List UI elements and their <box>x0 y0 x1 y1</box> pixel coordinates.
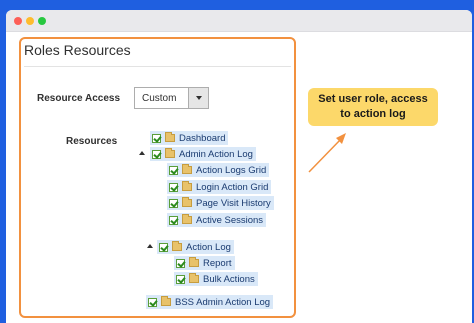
panel-title: Roles Resources <box>24 42 131 58</box>
folder-icon <box>189 257 199 267</box>
folder-icon <box>189 273 199 283</box>
tree-node-login-action-grid[interactable]: Login Action Grid <box>167 180 272 194</box>
tree-node-label: Page Visit History <box>196 197 271 209</box>
folder-icon <box>182 164 192 174</box>
tree-node-report[interactable]: Report <box>174 256 235 270</box>
folder-icon <box>182 181 192 191</box>
callout-line-2: to action log <box>340 108 406 120</box>
checkbox-checked-icon[interactable] <box>159 242 168 252</box>
tree-node-action-logs-grid[interactable]: Action Logs Grid <box>167 163 270 177</box>
checkbox-checked-icon[interactable] <box>176 258 185 268</box>
minimize-window-button[interactable] <box>26 17 34 25</box>
arrow-icon <box>308 133 346 173</box>
tree-node-label: Dashboard <box>179 132 226 144</box>
checkbox-checked-icon[interactable] <box>148 297 157 307</box>
dropdown-button[interactable] <box>188 88 208 108</box>
checkbox-checked-icon[interactable] <box>169 182 178 192</box>
title-divider <box>24 66 291 67</box>
checkbox-checked-icon[interactable] <box>152 133 161 143</box>
checkbox-checked-icon[interactable] <box>169 165 178 175</box>
resources-label: Resources <box>66 136 118 147</box>
collapse-toggle-icon[interactable] <box>147 244 153 248</box>
browser-window: Roles Resources Resource Access Custom R… <box>6 10 472 323</box>
window-titlebar <box>6 10 472 32</box>
callout-line-1: Set user role, access <box>318 93 428 105</box>
tree-node-label: Action Log <box>186 241 231 253</box>
resource-access-label: Resource Access <box>37 93 121 104</box>
close-window-button[interactable] <box>14 17 22 25</box>
resource-access-value: Custom <box>142 93 177 104</box>
arrow-shaft <box>308 137 343 173</box>
checkbox-checked-icon[interactable] <box>169 198 178 208</box>
roles-resources-panel: Roles Resources Resource Access Custom R… <box>19 37 296 318</box>
tree-node-action-log[interactable]: Action Log <box>157 240 234 254</box>
tree-node-page-visit-history[interactable]: Page Visit History <box>167 196 274 210</box>
folder-icon <box>182 214 192 224</box>
tree-node-active-sessions[interactable]: Active Sessions <box>167 213 267 227</box>
folder-icon <box>161 296 171 306</box>
annotation-callout: Set user role, access to action log <box>308 88 438 126</box>
tree-node-label: Action Logs Grid <box>196 164 267 176</box>
tree-node-label: BSS Admin Action Log <box>175 296 271 308</box>
tree-node-label: Report <box>203 257 232 269</box>
checkbox-checked-icon[interactable] <box>152 149 161 159</box>
tree-node-label: Active Sessions <box>196 214 264 226</box>
tree-node-bss-admin-action-log[interactable]: BSS Admin Action Log <box>146 295 274 309</box>
tree-node-bulk-actions[interactable]: Bulk Actions <box>174 272 258 286</box>
maximize-window-button[interactable] <box>38 17 46 25</box>
tree-node-label: Admin Action Log <box>179 148 253 160</box>
tree-node-admin-action-log[interactable]: Admin Action Log <box>150 147 256 161</box>
tree-node-label: Login Action Grid <box>196 181 269 193</box>
resource-access-select[interactable]: Custom <box>134 87 209 109</box>
folder-icon <box>165 132 175 142</box>
tree-node-dashboard[interactable]: Dashboard <box>150 131 229 145</box>
collapse-toggle-icon[interactable] <box>139 151 145 155</box>
checkbox-checked-icon[interactable] <box>169 215 178 225</box>
folder-icon <box>172 241 182 251</box>
dropdown-caret-icon <box>196 96 202 100</box>
checkbox-checked-icon[interactable] <box>176 274 185 284</box>
folder-icon <box>182 197 192 207</box>
folder-icon <box>165 148 175 158</box>
tree-node-label: Bulk Actions <box>203 273 255 285</box>
